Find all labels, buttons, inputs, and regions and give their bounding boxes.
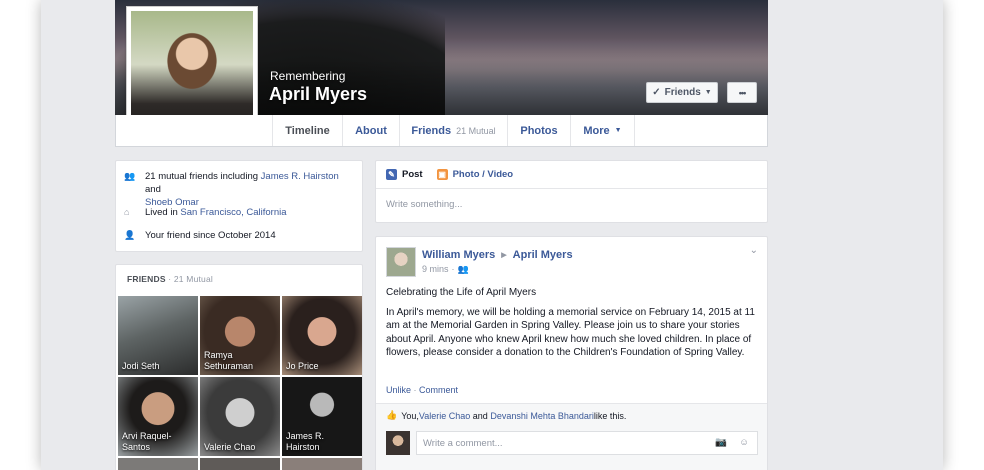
pencil-icon: ✎ — [386, 169, 397, 180]
tab-photos-label: Photos — [520, 124, 558, 137]
lived-in-row: ⌂ Lived in San Francisco, California — [124, 206, 287, 219]
composer-input[interactable]: Write something... — [386, 199, 462, 210]
audience-icon[interactable]: 👥 — [458, 264, 469, 275]
friend-tile-name: Jodi Seth — [122, 361, 160, 371]
post-card: William Myers ▶ April Myers 9 mins · 👥 ⌄… — [375, 236, 768, 470]
post-feedback: 👍 You, Valerie Chao and Devanshi Mehta B… — [376, 403, 767, 470]
mutual-and: and — [145, 184, 161, 195]
mutual-prefix: 21 mutual friends including — [145, 171, 261, 182]
friend-tile[interactable]: Arvi Raquel-Santos — [118, 377, 198, 456]
liker-link[interactable]: Devanshi Mehta Bhandari — [490, 411, 594, 421]
unlike-link[interactable]: Unlike — [386, 385, 411, 395]
friend-tile[interactable]: Jodi Seth — [118, 296, 198, 375]
liker-link[interactable]: Valerie Chao — [419, 411, 470, 421]
profile-name[interactable]: April Myers — [269, 84, 367, 105]
photo-icon: ▣ — [436, 169, 448, 180]
tab-about-label: About — [355, 124, 387, 137]
comment-placeholder: Write a comment... — [423, 438, 503, 449]
friend-tile-name: Jo Price — [286, 361, 319, 371]
composer-divider — [376, 188, 767, 189]
composer-photo-label: Photo / Video — [452, 169, 514, 180]
meta-separator: · — [451, 264, 455, 274]
mutual-friend-link[interactable]: James R. Hairston — [261, 171, 339, 182]
post-title: Celebrating the Life of April Myers — [386, 287, 537, 298]
thumbs-up-icon: 👍 — [386, 410, 398, 420]
mutual-friends-row: 👥 21 mutual friends including James R. H… — [124, 170, 356, 209]
tab-more[interactable]: More ▼ — [570, 115, 635, 146]
friends-icon: 👥 — [124, 171, 136, 181]
memorial-label: Remembering — [270, 69, 346, 83]
composer-post-tab[interactable]: ✎ Post — [386, 169, 423, 180]
post-header: William Myers ▶ April Myers — [422, 249, 573, 261]
tab-friends-badge: 21 Mutual — [456, 125, 496, 136]
comment-input[interactable]: Write a comment... 📷 ☺ — [416, 431, 758, 455]
friend-icon: 👤 — [124, 230, 136, 240]
friend-tile[interactable] — [118, 458, 198, 470]
tab-about[interactable]: About — [342, 115, 399, 146]
intro-card: 👥 21 mutual friends including James R. H… — [115, 160, 363, 252]
likes-summary: 👍 You, Valerie Chao and Devanshi Mehta B… — [386, 410, 626, 421]
tab-timeline[interactable]: Timeline — [272, 115, 342, 146]
friend-tile[interactable]: Jo Price — [282, 296, 362, 375]
likes-and: and — [470, 410, 491, 421]
friend-tile[interactable]: Valerie Chao — [200, 377, 280, 456]
friend-tile[interactable] — [200, 458, 280, 470]
home-icon: ⌂ — [124, 207, 130, 217]
composer-card: ✎ Post ▣ Photo / Video Write something..… — [375, 160, 768, 223]
caret-down-icon: ▼ — [704, 89, 712, 96]
friend-tile-name: Ramya Sethuraman — [204, 350, 254, 371]
likes-prefix: You, — [401, 410, 419, 421]
emoji-icon[interactable]: ☺ — [739, 437, 749, 448]
post-time[interactable]: 9 mins — [422, 264, 449, 275]
more-options-button[interactable]: ••• — [727, 82, 757, 103]
caret-down-icon: ▼ — [614, 127, 622, 134]
friends-button-label: Friends — [664, 87, 701, 98]
friend-tile-name: Valerie Chao — [204, 442, 256, 452]
ellipsis-icon: ••• — [738, 87, 747, 98]
friend-tile[interactable]: James R. Hairston — [282, 377, 362, 456]
friend-tile[interactable] — [282, 458, 362, 470]
lived-prefix: Lived in — [145, 207, 181, 218]
post-target-link[interactable]: April Myers — [513, 249, 573, 261]
lived-place-link[interactable]: San Francisco, California — [180, 207, 286, 218]
friends-card-title: FRIENDS — [127, 274, 166, 284]
author-avatar[interactable] — [386, 247, 416, 277]
composer-photo-tab[interactable]: ▣ Photo / Video — [436, 169, 514, 180]
friends-card-count: · 21 Mutual — [165, 274, 214, 284]
likes-suffix: like this. — [593, 410, 627, 421]
comment-link[interactable]: Comment — [419, 385, 458, 395]
tab-friends[interactable]: Friends 21 Mutual — [399, 115, 507, 146]
tab-friends-label: Friends — [411, 124, 452, 137]
camera-icon[interactable]: 📷 — [715, 437, 727, 448]
post-actions: Unlike · Comment — [386, 385, 458, 395]
tab-timeline-label: Timeline — [285, 124, 330, 137]
friend-tile-name: James R. Hairston — [286, 431, 325, 452]
post-author-link[interactable]: William Myers — [422, 249, 495, 261]
commenter-avatar — [386, 431, 410, 455]
arrow-right-icon: ▶ — [501, 252, 507, 259]
composer-post-label: Post — [402, 169, 423, 180]
friend-tile-name: Arvi Raquel-Santos — [122, 431, 172, 452]
friends-button[interactable]: ✓ Friends ▼ — [646, 82, 718, 103]
profile-tab-bar: Timeline About Friends 21 Mutual Photos … — [115, 115, 768, 147]
friend-tile[interactable]: Ramya Sethuraman — [200, 296, 280, 375]
post-body: In April's memory, we will be holding a … — [386, 307, 755, 358]
chevron-down-icon[interactable]: ⌄ — [750, 245, 758, 256]
friends-card: FRIENDS · 21 Mutual Jodi Seth Ramya Seth… — [115, 264, 363, 470]
profile-picture-image — [131, 11, 253, 130]
friends-card-header[interactable]: FRIENDS · 21 Mutual — [127, 274, 213, 284]
friend-since-text: Your friend since October 2014 — [145, 230, 276, 241]
post-meta: 9 mins · 👥 — [422, 264, 469, 275]
composer-tabs: ✎ Post ▣ Photo / Video — [386, 169, 527, 180]
friend-since-row: 👤 Your friend since October 2014 — [124, 229, 276, 242]
tab-photos[interactable]: Photos — [507, 115, 570, 146]
tab-more-label: More — [583, 124, 610, 137]
check-icon: ✓ — [652, 87, 661, 98]
